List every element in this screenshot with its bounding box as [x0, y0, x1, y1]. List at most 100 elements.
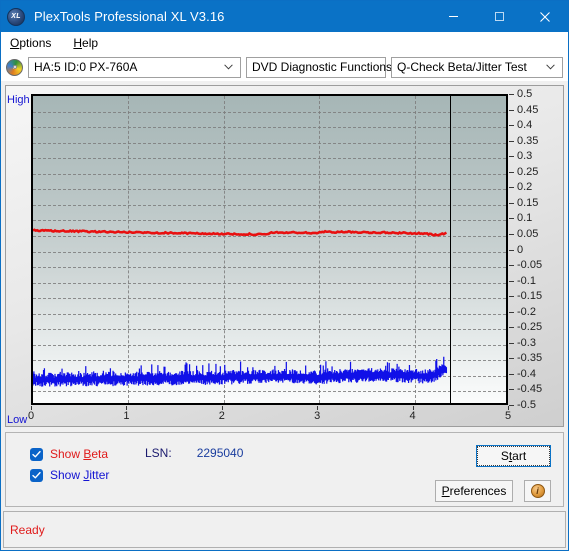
xl-disc-icon: XL: [7, 7, 25, 26]
y-tick-mark: [509, 311, 514, 313]
show-beta-checkbox[interactable]: [30, 447, 43, 461]
preferences-button-accel: P: [441, 484, 450, 498]
series-toggles: Show Beta Show Jitter: [30, 445, 109, 487]
show-beta-label-pre: Show: [50, 447, 84, 461]
y-axis: 0.5 0.45 0.4 0.35 0.3 0.25 0.2 0.15 0.1 0.05 0 -0.0…: [509, 86, 569, 413]
y-tick-label: 0.1: [517, 212, 533, 225]
data-traces: [33, 228, 448, 387]
x-tick-label: 5: [504, 410, 512, 422]
window-title: PlexTools Professional XL V3.16: [34, 9, 225, 24]
y-tick-mark: [509, 249, 514, 251]
menu-bar: Options Help: [1, 32, 568, 53]
y-tick-mark: [509, 202, 514, 204]
axis-label-low: Low: [7, 414, 28, 426]
x-tick-label: 2: [218, 410, 225, 422]
plot-area: [31, 94, 508, 405]
y-tick-label: -0.4: [517, 367, 536, 380]
menu-item-help[interactable]: Help: [73, 36, 98, 50]
show-beta-label: Show Beta: [50, 447, 108, 461]
controls-panel: Show Beta Show Jitter LSN: 2295040 St art…: [5, 432, 564, 507]
series-band-jitter: [33, 356, 448, 387]
y-tick-label: -0.15: [517, 290, 543, 303]
y-tick-mark: [509, 125, 514, 127]
show-beta-row[interactable]: Show Beta: [30, 445, 109, 463]
y-tick-label: 0.35: [517, 134, 539, 147]
y-tick-mark: [509, 140, 514, 142]
app-window: XL PlexTools Professional XL V3.16 Optio…: [0, 0, 569, 551]
y-tick-label: 0.2: [517, 181, 533, 194]
y-tick-mark: [509, 233, 514, 235]
y-tick-label: 0.4: [517, 119, 533, 132]
y-tick-mark: [509, 296, 514, 298]
y-tick-label: -0.5: [517, 399, 536, 411]
y-tick-mark: [509, 373, 514, 375]
y-tick-mark: [509, 94, 514, 95]
x-tick-label: 0: [27, 410, 35, 422]
y-tick-label: 0.3: [517, 150, 533, 163]
start-button-label-post: art: [512, 449, 527, 463]
drive-select-value: HA:5 ID:0 PX-760A: [34, 60, 138, 74]
y-tick-mark: [509, 109, 514, 111]
x-axis: 0 1 2 3 4 5: [27, 406, 512, 426]
function-select[interactable]: DVD Diagnostic Functions: [246, 56, 407, 78]
lsn-readout: LSN: 2295040: [145, 446, 243, 460]
y-tick-label: -0.2: [517, 305, 536, 318]
menu-item-options-rest: ptions: [19, 35, 52, 50]
info-button[interactable]: i: [524, 480, 551, 502]
y-tick-mark: [509, 171, 514, 173]
selector-toolbar: HA:5 ID:0 PX-760A DVD Diagnostic Functio…: [1, 53, 568, 81]
y-tick-label: 0.15: [517, 196, 539, 209]
axis-label-high: High: [7, 94, 30, 106]
y-tick-mark: [509, 358, 514, 360]
test-select[interactable]: Q-Check Beta/Jitter Test: [391, 56, 563, 78]
lsn-label: LSN:: [145, 446, 172, 460]
preferences-button-label: references: [449, 484, 507, 498]
x-tick-label: 4: [409, 410, 416, 422]
y-tick-mark: [509, 327, 514, 329]
y-tick-mark: [509, 342, 514, 344]
y-tick-mark: [509, 187, 514, 189]
show-jitter-row[interactable]: Show Jitter: [30, 466, 109, 484]
y-tick-label: -0.25: [517, 321, 543, 334]
show-beta-label-post: eta: [91, 447, 109, 461]
close-icon[interactable]: [522, 1, 568, 32]
show-jitter-label: Show Jitter: [50, 468, 109, 482]
preferences-button[interactable]: Preferences: [435, 480, 513, 502]
chevron-down-icon: [218, 62, 238, 73]
y-tick-label: -0.1: [517, 274, 536, 287]
y-tick-label: -0.45: [517, 383, 543, 396]
menu-item-options[interactable]: Options: [10, 36, 51, 50]
show-jitter-checkbox[interactable]: [30, 468, 43, 482]
status-text: Ready: [10, 522, 45, 537]
x-tick-label: 3: [314, 410, 321, 422]
info-icon: i: [530, 484, 545, 498]
y-tick-label: 0.25: [517, 165, 539, 178]
y-tick-label: 0.45: [517, 103, 539, 116]
x-tick-label: 1: [123, 410, 130, 422]
maximize-icon[interactable]: [476, 1, 522, 32]
series-line-beta: [33, 228, 448, 237]
y-tick-mark: [509, 265, 514, 267]
lsn-value: 2295040: [196, 446, 244, 460]
y-tick-mark: [509, 389, 514, 391]
chart-panel: High Low 0.5 0.45 0.4 0.35 0.3 0.25 0.2 0.15 0.1…: [5, 85, 564, 427]
y-tick-label: -0.05: [517, 259, 543, 272]
chevron-down-icon: [540, 62, 560, 73]
show-jitter-label-post: itter: [89, 468, 110, 482]
minimize-icon[interactable]: [430, 1, 476, 32]
y-tick-label: -0.35: [517, 352, 543, 365]
drive-select[interactable]: HA:5 ID:0 PX-760A: [28, 56, 241, 78]
y-tick-mark: [509, 280, 514, 282]
y-tick-label: 0: [517, 243, 524, 256]
y-tick-mark: [509, 156, 514, 158]
y-tick-label: 0.05: [517, 227, 539, 240]
y-tick-label: -0.3: [517, 336, 536, 349]
menu-item-help-rest: elp: [82, 35, 99, 50]
function-select-value: DVD Diagnostic Functions: [252, 60, 393, 74]
start-button-label-pre: S: [500, 449, 509, 463]
y-tick-mark: [509, 405, 514, 406]
status-bar: Ready: [3, 511, 566, 548]
title-bar: XL PlexTools Professional XL V3.16: [1, 1, 568, 32]
y-tick-label: 0.5: [517, 88, 533, 100]
start-button[interactable]: St art: [476, 445, 551, 467]
